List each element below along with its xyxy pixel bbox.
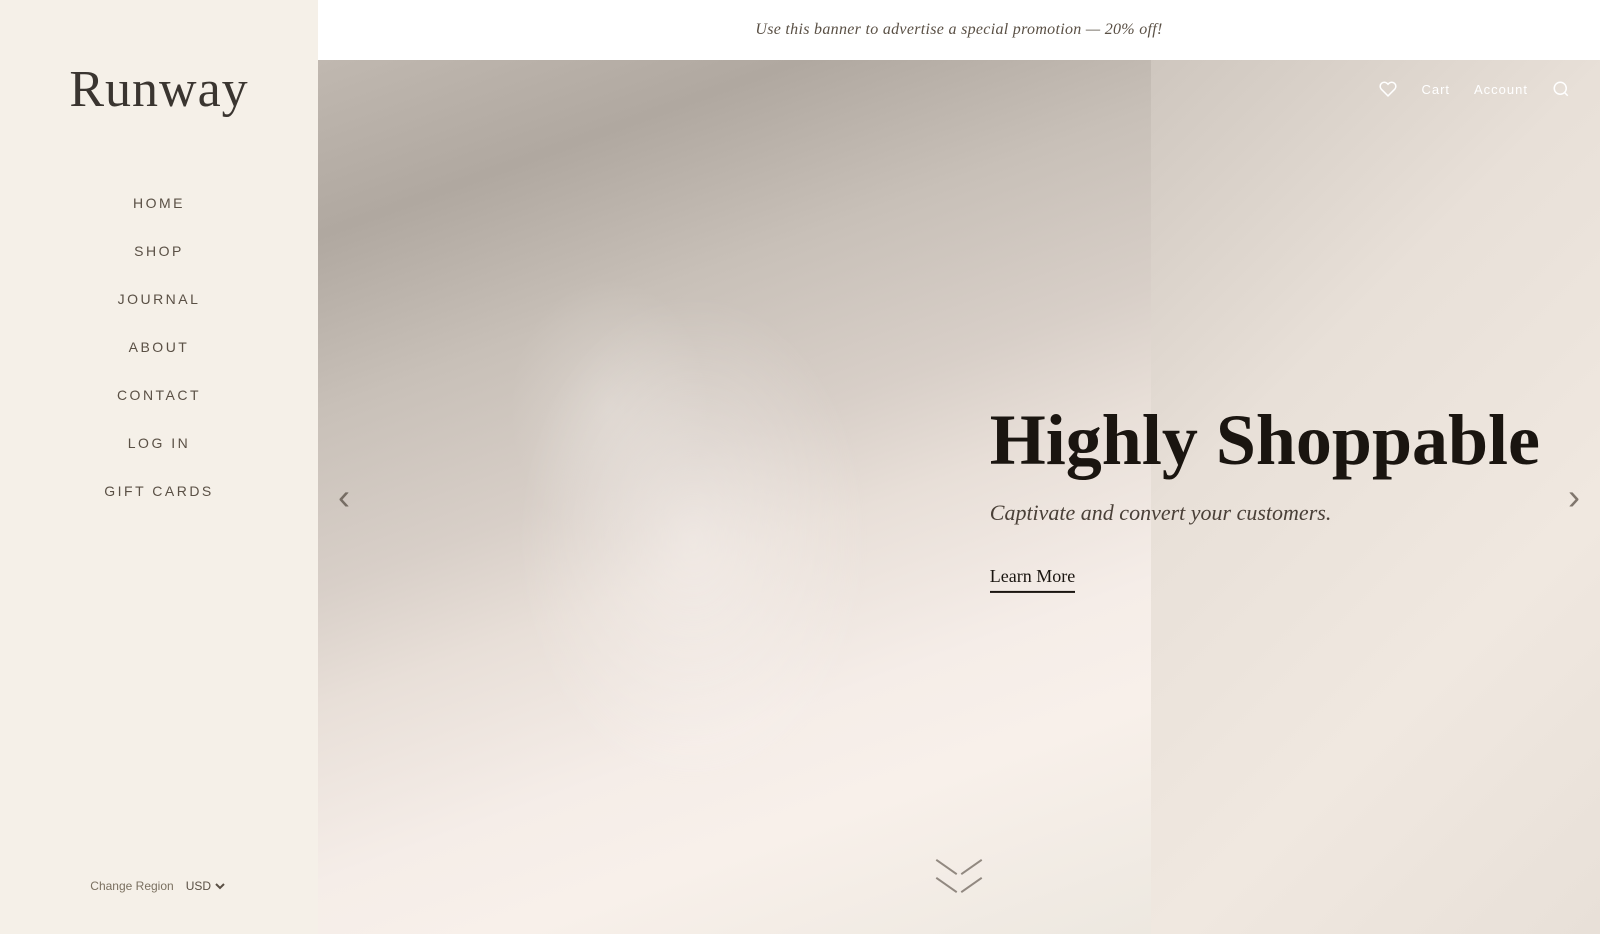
change-region: Change Region USD EUR GBP <box>0 878 318 894</box>
nav-item-journal[interactable]: JOURNAL <box>0 275 318 323</box>
main-navigation: HOMESHOPJOURNALABOUTCONTACTLOG INGIFT CA… <box>0 179 318 515</box>
search-button[interactable] <box>1552 80 1570 98</box>
nav-item-about[interactable]: ABOUT <box>0 323 318 371</box>
nav-item-shop[interactable]: SHOP <box>0 227 318 275</box>
hero-headline: Highly Shoppable <box>990 401 1540 480</box>
chevron-down-icon-2 <box>934 874 984 904</box>
nav-item-contact[interactable]: CONTACT <box>0 371 318 419</box>
hero-subtext: Captivate and convert your customers. <box>990 500 1540 526</box>
heart-icon <box>1379 80 1397 98</box>
hero-text-block: Highly Shoppable Captivate and convert y… <box>990 401 1540 593</box>
nav-item-home[interactable]: HOME <box>0 179 318 227</box>
main-content: Use this banner to advertise a special p… <box>318 0 1600 934</box>
cart-button[interactable]: Cart <box>1421 82 1450 97</box>
hero-cta-button[interactable]: Learn More <box>990 566 1075 593</box>
scroll-indicator <box>934 856 984 904</box>
wishlist-button[interactable] <box>1379 80 1397 98</box>
header-icons-bar: Cart Account <box>318 60 1600 118</box>
account-label: Account <box>1474 82 1528 97</box>
account-button[interactable]: Account <box>1474 82 1528 97</box>
slide-arrow-right[interactable]: › <box>1558 469 1590 525</box>
logo[interactable]: Runway <box>69 60 248 119</box>
promo-banner: Use this banner to advertise a special p… <box>318 0 1600 60</box>
slide-arrow-left[interactable]: ‹ <box>328 469 360 525</box>
hero-section: Cart Account ‹ › Highly Shoppable Captiv… <box>318 60 1600 934</box>
search-icon <box>1552 80 1570 98</box>
promo-text: Use this banner to advertise a special p… <box>755 21 1162 39</box>
nav-item-gift-cards[interactable]: GIFT CARDS <box>0 467 318 515</box>
currency-select[interactable]: USD EUR GBP <box>182 878 228 894</box>
sidebar: Runway HOMESHOPJOURNALABOUTCONTACTLOG IN… <box>0 0 318 934</box>
nav-item-login[interactable]: LOG IN <box>0 419 318 467</box>
cart-label: Cart <box>1421 82 1450 97</box>
change-region-label: Change Region <box>90 879 173 893</box>
